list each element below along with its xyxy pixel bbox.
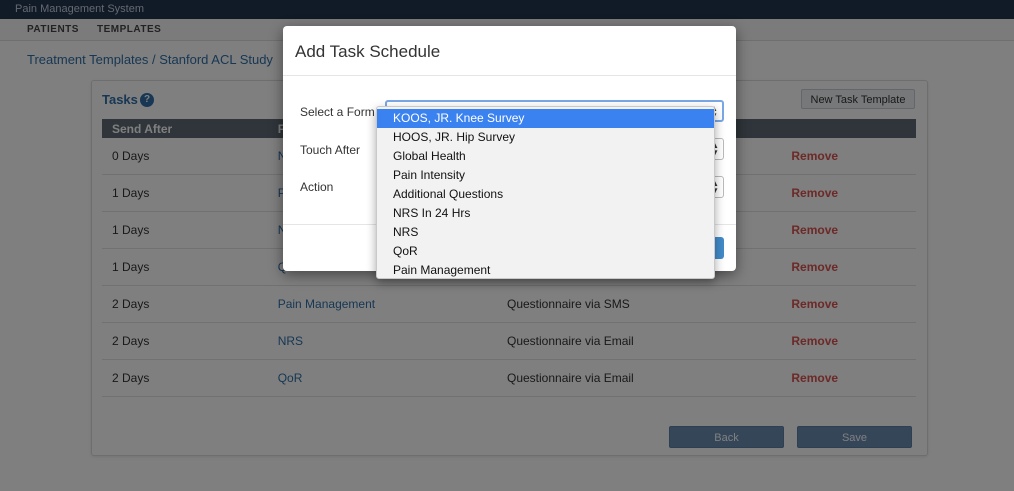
dropdown-option[interactable]: QoR	[377, 242, 714, 261]
modal-divider	[283, 75, 736, 76]
action-label: Action	[300, 180, 334, 194]
dropdown-option[interactable]: Global Health	[377, 147, 714, 166]
form-options-dropdown: KOOS, JR. Knee Survey HOOS, JR. Hip Surv…	[376, 106, 715, 279]
dropdown-option[interactable]: NRS In 24 Hrs	[377, 204, 714, 223]
dropdown-option[interactable]: Pain Management	[377, 261, 714, 280]
touch-after-label: Touch After	[300, 143, 361, 157]
dropdown-option[interactable]: HOOS, JR. Hip Survey	[377, 128, 714, 147]
modal-title: Add Task Schedule	[295, 42, 441, 61]
dropdown-option[interactable]: Pain Intensity	[377, 166, 714, 185]
dropdown-option[interactable]: Additional Questions	[377, 185, 714, 204]
dropdown-option-selected[interactable]: KOOS, JR. Knee Survey	[377, 109, 714, 128]
select-form-label: Select a Form	[300, 105, 375, 119]
dropdown-option[interactable]: NRS	[377, 223, 714, 242]
